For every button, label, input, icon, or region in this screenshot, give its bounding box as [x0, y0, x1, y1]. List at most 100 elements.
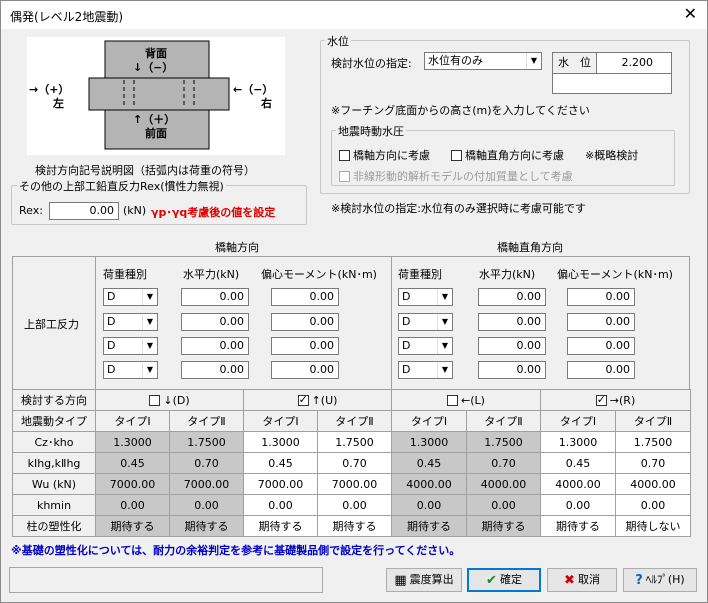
perp-m-input[interactable]: 0.00	[567, 313, 635, 331]
plastic-cell[interactable]: 期待する	[95, 515, 170, 537]
ok-button[interactable]: ✔ 確定	[467, 568, 541, 592]
perp-m-input[interactable]: 0.00	[567, 288, 635, 306]
bridge-h-input[interactable]: 0.00	[181, 313, 249, 331]
bridge-type-select[interactable]: D ▼	[103, 313, 158, 331]
bridge-m-input[interactable]: 0.00	[271, 361, 339, 379]
seismic-button[interactable]: ▦ 震度算出	[386, 568, 462, 592]
param-cell[interactable]: 0.45	[391, 452, 468, 474]
dialog-window: 偶発(レベル2地震動) ✕ 背面 ↓（−） ↑（＋） 前面 →（+） 左 ←（−…	[0, 0, 708, 603]
perp-h-input[interactable]: 0.00	[478, 337, 546, 355]
param-cell[interactable]: 4000.00	[540, 473, 617, 495]
param-cell[interactable]: 0.00	[243, 494, 318, 516]
chevron-down-icon: ▼	[437, 289, 452, 305]
question-icon: ?	[635, 573, 643, 588]
rex-input[interactable]: 0.00	[49, 202, 119, 220]
water-level-input[interactable]: 2.200	[597, 53, 671, 74]
bridge-m-input[interactable]: 0.00	[271, 288, 339, 306]
param-cell[interactable]: 0.70	[169, 452, 244, 474]
bridge-type-select[interactable]: D ▼	[103, 361, 158, 379]
perp-type-select[interactable]: D ▼	[398, 337, 453, 355]
bridge-type-select[interactable]: D ▼	[103, 288, 158, 306]
param-cell[interactable]: 7000.00	[243, 473, 318, 495]
bridge-type-select[interactable]: D ▼	[103, 337, 158, 355]
perp-type-select[interactable]: D ▼	[398, 361, 453, 379]
param-cell[interactable]: 0.00	[466, 494, 542, 516]
param-cell[interactable]: 0.70	[615, 452, 692, 474]
bridge-h-input[interactable]: 0.00	[181, 361, 249, 379]
perp-col-h: 水平力(kN)	[479, 268, 536, 281]
bridge-col-h: 水平力(kN)	[183, 268, 240, 281]
plastic-cell[interactable]: 期待する	[540, 515, 617, 537]
water-spec-select[interactable]: 水位有のみ ▼	[424, 52, 542, 70]
param-cell[interactable]: 1.3000	[243, 431, 318, 453]
bridge-h-input[interactable]: 0.00	[181, 288, 249, 306]
cancel-button[interactable]: ✖ 取消	[547, 568, 617, 592]
param-cell[interactable]: 0.00	[169, 494, 244, 516]
direction-down-checkbox[interactable]: ↓(D)	[95, 389, 244, 411]
rex-note: γp･γq考慮後の値を設定	[151, 206, 276, 219]
perp-m-input[interactable]: 0.00	[567, 337, 635, 355]
parameter-grid: 検討する方向 ↓(D) ↑(U) ←(L) →(R) 地震動タイプ タイプⅠ タ…	[12, 389, 692, 537]
plastic-cell[interactable]: 期待しない	[615, 515, 692, 537]
perp-h-input[interactable]: 0.00	[478, 361, 546, 379]
param-cell[interactable]: 7000.00	[316, 473, 393, 495]
bridge-h-input[interactable]: 0.00	[181, 337, 249, 355]
direction-left-checkbox[interactable]: ←(L)	[391, 389, 542, 411]
param-cell[interactable]: 1.7500	[316, 431, 393, 453]
param-cell[interactable]: 1.7500	[466, 431, 542, 453]
direction-diagram: 背面 ↓（−） ↑（＋） 前面 →（+） 左 ←（−） 右	[27, 37, 285, 155]
param-cell[interactable]: 1.3000	[540, 431, 617, 453]
direction-row: 検討する方向 ↓(D) ↑(U) ←(L) →(R)	[12, 389, 692, 411]
param-cell[interactable]: 7000.00	[169, 473, 244, 495]
checkbox-icon	[451, 150, 462, 161]
bridge-m-input[interactable]: 0.00	[271, 313, 339, 331]
reaction-title-bridge: 橋軸方向	[215, 241, 259, 254]
perp-type-select[interactable]: D ▼	[398, 288, 453, 306]
param-cell[interactable]: 0.00	[95, 494, 170, 516]
param-cell[interactable]: 0.45	[540, 452, 617, 474]
param-cell[interactable]: 1.3000	[391, 431, 468, 453]
param-cell[interactable]: 0.45	[95, 452, 170, 474]
diagram-right-label: 右	[261, 97, 272, 110]
perp-type-select[interactable]: D ▼	[398, 313, 453, 331]
direction-up-checkbox[interactable]: ↑(U)	[242, 389, 393, 411]
help-button[interactable]: ? ﾍﾙﾌﾟ(H)	[623, 568, 697, 592]
param-cell[interactable]: 4000.00	[466, 473, 542, 495]
param-cell[interactable]: 4000.00	[615, 473, 692, 495]
rex-unit: (kN)	[123, 204, 147, 217]
close-icon[interactable]: ✕	[684, 5, 697, 23]
plastic-cell[interactable]: 期待する	[391, 515, 468, 537]
row-label: 柱の塑性化	[12, 515, 96, 537]
perp-m-input[interactable]: 0.00	[567, 361, 635, 379]
pressure-perp-checkbox[interactable]: 橋軸直角方向に考慮	[451, 147, 564, 163]
plastic-cell[interactable]: 期待する	[466, 515, 542, 537]
plastic-cell[interactable]: 期待する	[243, 515, 318, 537]
type-header: タイプⅡ	[615, 410, 692, 432]
param-cell[interactable]: 4000.00	[391, 473, 468, 495]
param-cell[interactable]: 0.45	[243, 452, 318, 474]
param-cell[interactable]: 0.00	[316, 494, 393, 516]
table-row: Wu (kN) 7000.00 7000.00 7000.00 7000.00 …	[12, 473, 692, 495]
plastic-cell[interactable]: 期待する	[169, 515, 244, 537]
param-cell[interactable]: 1.7500	[169, 431, 244, 453]
plastic-cell[interactable]: 期待する	[316, 515, 393, 537]
bridge-m-input[interactable]: 0.00	[271, 337, 339, 355]
param-cell[interactable]: 0.00	[615, 494, 692, 516]
param-cell[interactable]: 1.3000	[95, 431, 170, 453]
chevron-down-icon: ▼	[142, 338, 157, 354]
param-cell[interactable]: 0.00	[391, 494, 468, 516]
type-header: タイプⅡ	[316, 410, 393, 432]
perp-h-input[interactable]: 0.00	[478, 288, 546, 306]
perp-h-input[interactable]: 0.00	[478, 313, 546, 331]
pressure-bridge-checkbox[interactable]: 橋軸方向に考慮	[339, 147, 430, 163]
chevron-down-icon: ▼	[142, 362, 157, 378]
direction-right-checkbox[interactable]: →(R)	[540, 389, 692, 411]
status-bar	[9, 567, 323, 593]
pressure-nonlinear-checkbox[interactable]: 非線形動的解析モデルの付加質量として考慮	[339, 168, 573, 184]
param-cell[interactable]: 0.70	[466, 452, 542, 474]
param-cell[interactable]: 0.70	[316, 452, 393, 474]
other-reaction-legend: その他の上部工鉛直反力Rex(慣性力無視)	[17, 178, 226, 194]
param-cell[interactable]: 7000.00	[95, 473, 170, 495]
param-cell[interactable]: 1.7500	[615, 431, 692, 453]
param-cell[interactable]: 0.00	[540, 494, 617, 516]
